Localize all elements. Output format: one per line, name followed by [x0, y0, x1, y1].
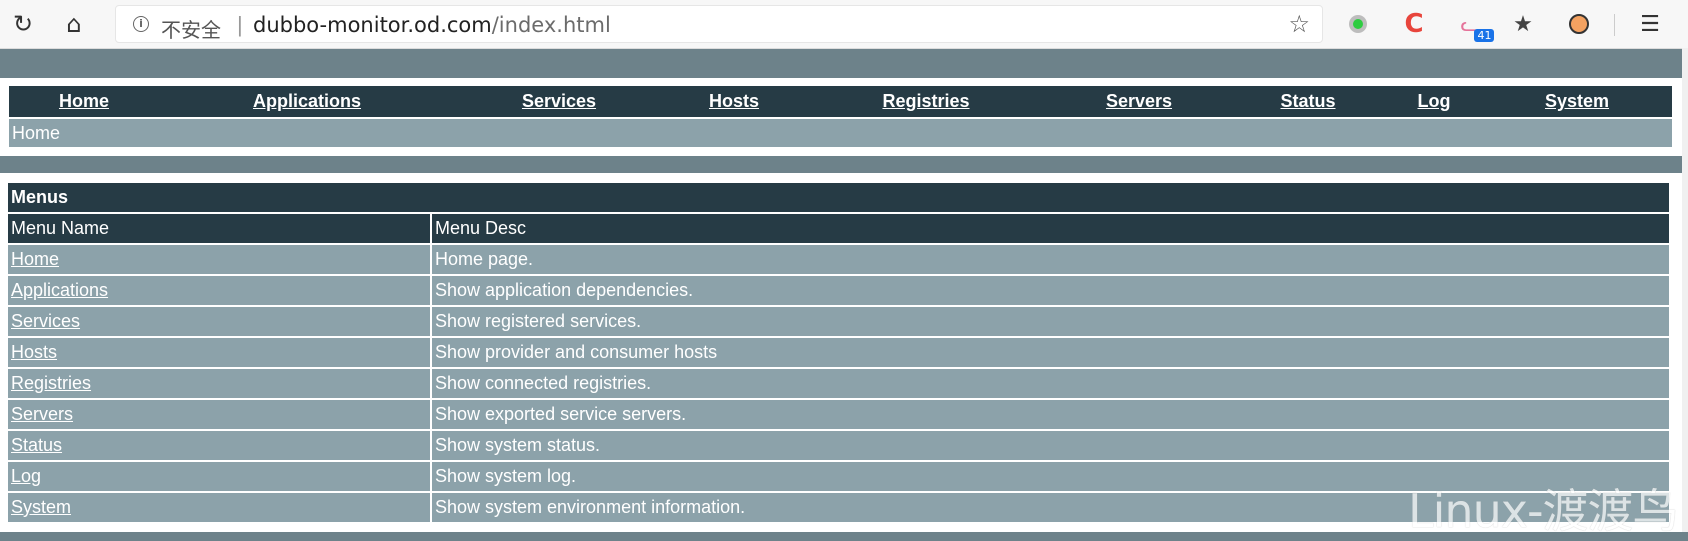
- reload-icon[interactable]: ↻: [7, 8, 39, 40]
- nav-status[interactable]: Status: [1280, 91, 1335, 112]
- nav-registries[interactable]: Registries: [882, 91, 969, 112]
- menu-link-registries[interactable]: Registries: [11, 373, 91, 393]
- column-header-menu-name: Menu Name: [8, 214, 430, 243]
- nav-home[interactable]: Home: [59, 91, 109, 112]
- info-icon[interactable]: i: [133, 16, 149, 32]
- browser-toolbar: ↻ ⌂ i 不安全 | dubbo-monitor.od.com/index.h…: [0, 0, 1688, 49]
- header-panel: Home Applications Services Hosts Registr…: [0, 78, 1688, 156]
- url-host: dubbo-monitor.od.com: [253, 13, 492, 37]
- menu-desc: Show registered services.: [432, 307, 1669, 336]
- home-icon[interactable]: ⌂: [58, 8, 90, 40]
- menu-desc: Show exported service servers.: [432, 400, 1669, 429]
- url-path: /index.html: [491, 13, 611, 37]
- nav-servers[interactable]: Servers: [1106, 91, 1172, 112]
- nav-log[interactable]: Log: [1418, 91, 1451, 112]
- bookmark-star-icon[interactable]: ★: [1507, 8, 1539, 40]
- toolbar-divider: [1614, 14, 1615, 36]
- menu-desc: Show connected registries.: [432, 369, 1669, 398]
- extension-c-icon[interactable]: C: [1398, 8, 1430, 40]
- url-text[interactable]: dubbo-monitor.od.com/index.html: [253, 13, 611, 37]
- menu-link-log[interactable]: Log: [11, 466, 41, 486]
- table-row: Applications Show application dependenci…: [8, 276, 1669, 305]
- favorites-menu-icon[interactable]: ☰: [1634, 8, 1666, 40]
- scrollbar[interactable]: [1682, 48, 1688, 532]
- breadcrumb-current: Home: [12, 123, 61, 143]
- menu-link-servers[interactable]: Servers: [11, 404, 73, 424]
- address-separator: |: [237, 12, 243, 37]
- extension-cat-icon[interactable]: ᓚ 41: [1453, 8, 1495, 42]
- column-header-menu-desc: Menu Desc: [432, 214, 1669, 243]
- menu-desc: Show application dependencies.: [432, 276, 1669, 305]
- table-row: Hosts Show provider and consumer hosts: [8, 338, 1669, 367]
- nav-applications[interactable]: Applications: [253, 91, 361, 112]
- menu-link-status[interactable]: Status: [11, 435, 62, 455]
- table-row: Home Home page.: [8, 245, 1669, 274]
- menu-desc: Show system status.: [432, 431, 1669, 460]
- menu-link-applications[interactable]: Applications: [11, 280, 108, 300]
- menu-desc: Home page.: [432, 245, 1669, 274]
- main-nav: Home Applications Services Hosts Registr…: [9, 86, 1672, 117]
- menu-link-services[interactable]: Services: [11, 311, 80, 331]
- nav-hosts[interactable]: Hosts: [709, 91, 759, 112]
- extension-face-icon[interactable]: [1563, 8, 1595, 40]
- extension-green-icon[interactable]: [1342, 8, 1374, 40]
- nav-services[interactable]: Services: [522, 91, 596, 112]
- menus-table-title: Menus: [8, 183, 1669, 212]
- nav-system[interactable]: System: [1545, 91, 1609, 112]
- menu-link-system[interactable]: System: [11, 497, 71, 517]
- table-row: Services Show registered services.: [8, 307, 1669, 336]
- table-row: Registries Show connected registries.: [8, 369, 1669, 398]
- table-row: Servers Show exported service servers.: [8, 400, 1669, 429]
- extension-badge: 41: [1474, 29, 1495, 42]
- menu-link-home[interactable]: Home: [11, 249, 59, 269]
- breadcrumb: Home: [9, 119, 1672, 147]
- watermark: Linux-渡渡鸟: [1408, 484, 1679, 538]
- menu-link-hosts[interactable]: Hosts: [11, 342, 57, 362]
- security-label: 不安全: [161, 18, 221, 42]
- address-bar[interactable]: i 不安全 | dubbo-monitor.od.com/index.html …: [115, 5, 1323, 43]
- table-row: Status Show system status.: [8, 431, 1669, 460]
- menu-desc: Show provider and consumer hosts: [432, 338, 1669, 367]
- favorite-star-icon[interactable]: ☆: [1288, 10, 1310, 38]
- menus-table: Menus Menu Name Menu Desc Home Home page…: [6, 181, 1671, 524]
